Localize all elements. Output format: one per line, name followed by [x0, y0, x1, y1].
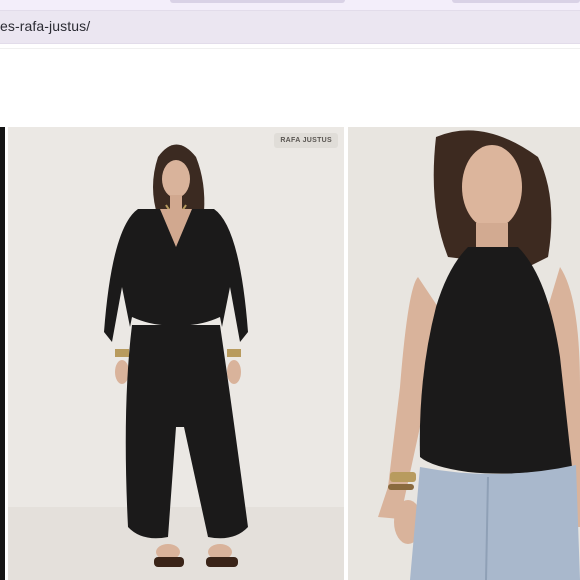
product-image-secondary[interactable]: [348, 127, 580, 580]
model-photo: [8, 127, 344, 580]
divider: [0, 48, 580, 49]
product-image-main[interactable]: RAFA JUSTUS: [8, 127, 344, 580]
browser-tab[interactable]: [170, 0, 345, 3]
model-photo-closeup: [348, 127, 580, 580]
product-gallery: RAFA JUSTUS: [0, 127, 580, 580]
product-image-partial[interactable]: [0, 127, 5, 580]
address-bar[interactable]: es-rafa-justus/: [0, 10, 580, 44]
url-text[interactable]: es-rafa-justus/: [0, 18, 90, 34]
browser-tab[interactable]: [452, 0, 580, 3]
brand-badge: RAFA JUSTUS: [274, 133, 338, 148]
